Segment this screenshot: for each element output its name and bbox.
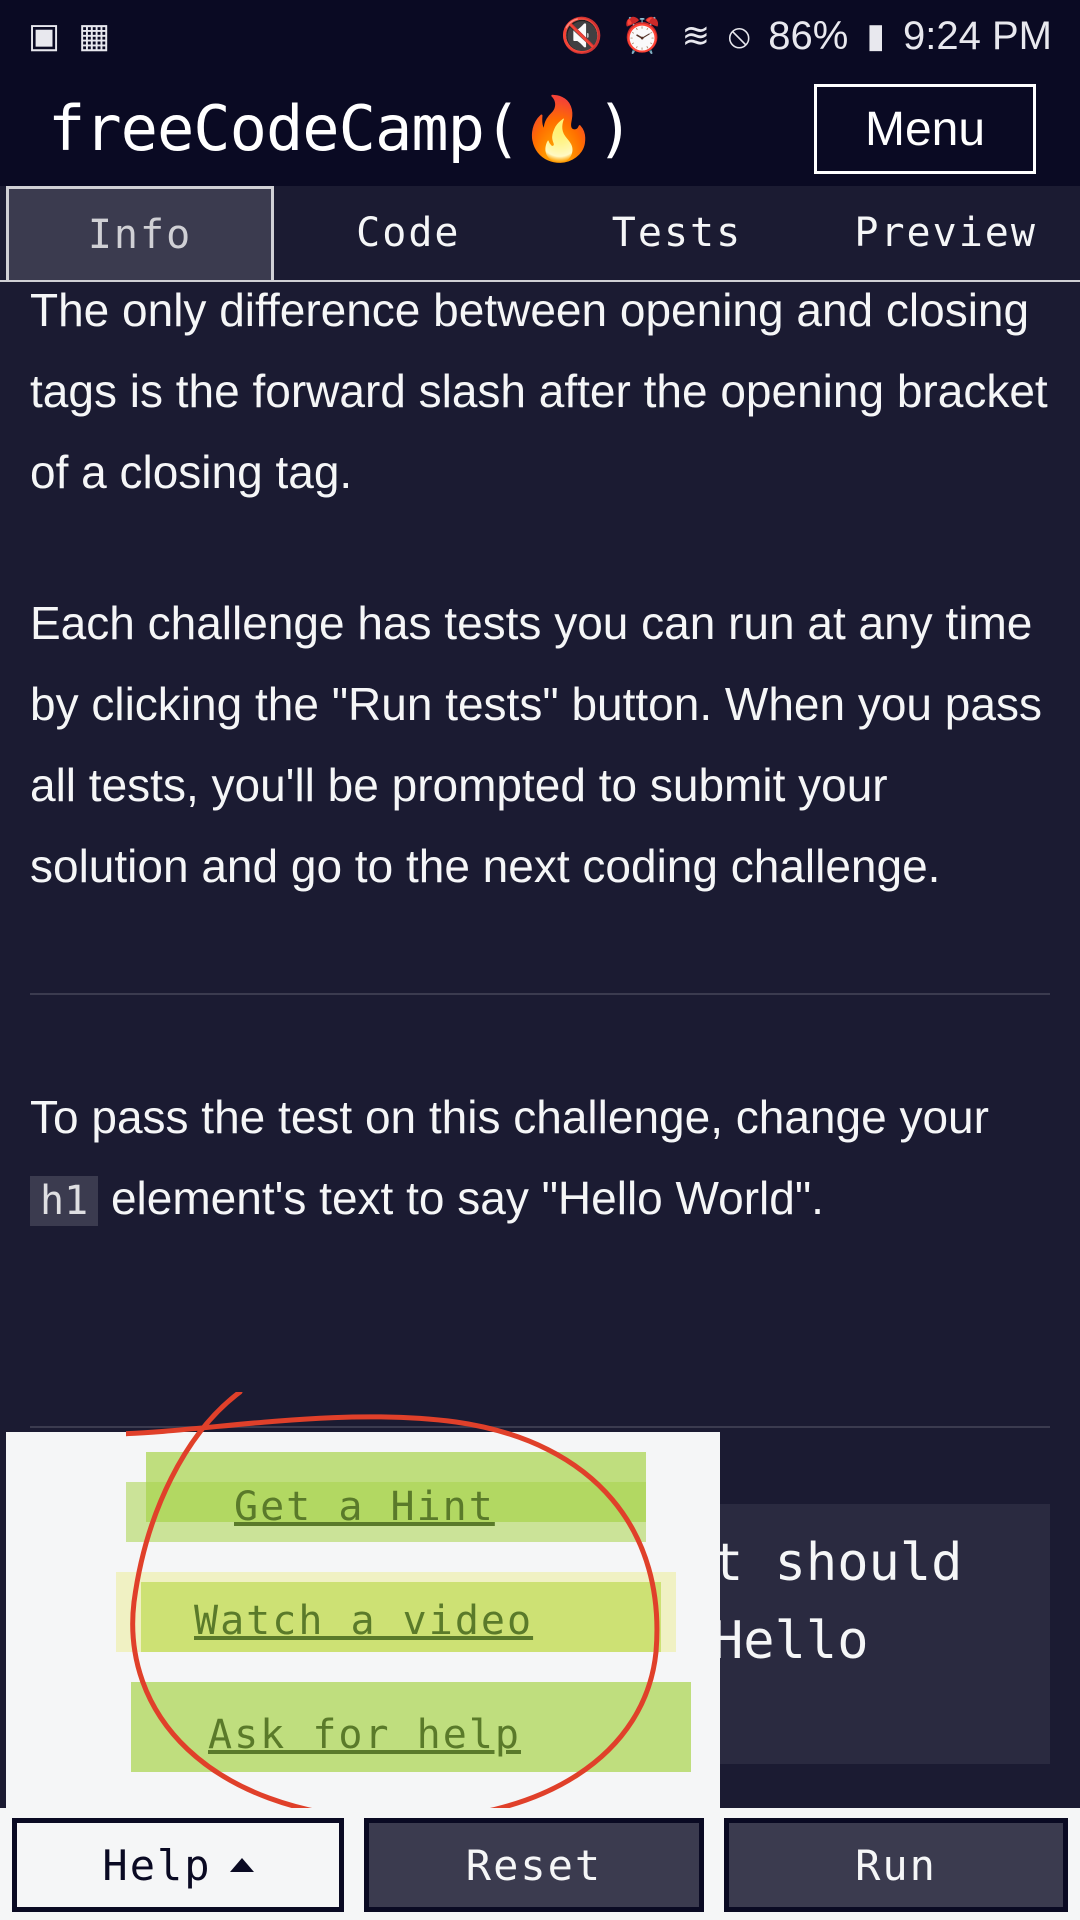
help-button-label: Help	[102, 1840, 212, 1890]
red-annotation-circle	[126, 1392, 660, 1823]
tab-info[interactable]: Info	[6, 186, 274, 280]
mute-icon: 🔇	[560, 17, 604, 55]
reset-button[interactable]: Reset	[364, 1818, 704, 1912]
code-line: Hello	[712, 1611, 869, 1671]
app-header: freeCodeCamp(🔥) Menu	[0, 72, 1080, 186]
run-button[interactable]: Run	[724, 1818, 1068, 1912]
code-line: t should	[712, 1533, 963, 1593]
description-paragraph-2: Each challenge has tests you can run at …	[30, 597, 1042, 892]
alarm-icon: ⏰	[621, 17, 664, 55]
menu-button[interactable]: Menu	[814, 84, 1036, 174]
description-paragraph-1: The only difference between opening and …	[30, 284, 1048, 498]
instructions-text: To pass the test on this challenge, chan…	[30, 1091, 989, 1143]
block-icon: ⦸	[728, 16, 751, 55]
tab-bar: Info Code Tests Preview	[0, 186, 1080, 282]
challenge-description: The only difference between opening and …	[30, 270, 1050, 1242]
wifi-icon: ≋	[681, 17, 711, 55]
tab-code[interactable]: Code	[274, 186, 543, 280]
battery-icon: ▮	[866, 17, 886, 55]
instructions-paragraph: To pass the test on this challenge, chan…	[30, 1077, 1050, 1242]
clock: 9:24 PM	[903, 13, 1052, 58]
book-icon: ▣	[28, 17, 61, 55]
tab-preview[interactable]: Preview	[811, 186, 1080, 280]
help-button[interactable]: Help	[12, 1818, 344, 1912]
divider	[30, 993, 1050, 995]
logo[interactable]: freeCodeCamp(🔥)	[48, 92, 634, 166]
status-bar: ▣ ▦ 🔇 ⏰ ≋ ⦸ 86% ▮ 9:24 PM	[0, 0, 1080, 72]
instructions-text-end: element's text to say "Hello World".	[110, 1172, 824, 1224]
qr-icon: ▦	[78, 17, 111, 55]
test-code-block: t should Hello	[700, 1504, 1050, 1764]
caret-up-icon	[229, 1858, 254, 1872]
inline-code-h1: h1	[30, 1176, 99, 1226]
battery-percent: 86%	[768, 13, 849, 58]
tab-tests[interactable]: Tests	[543, 186, 812, 280]
